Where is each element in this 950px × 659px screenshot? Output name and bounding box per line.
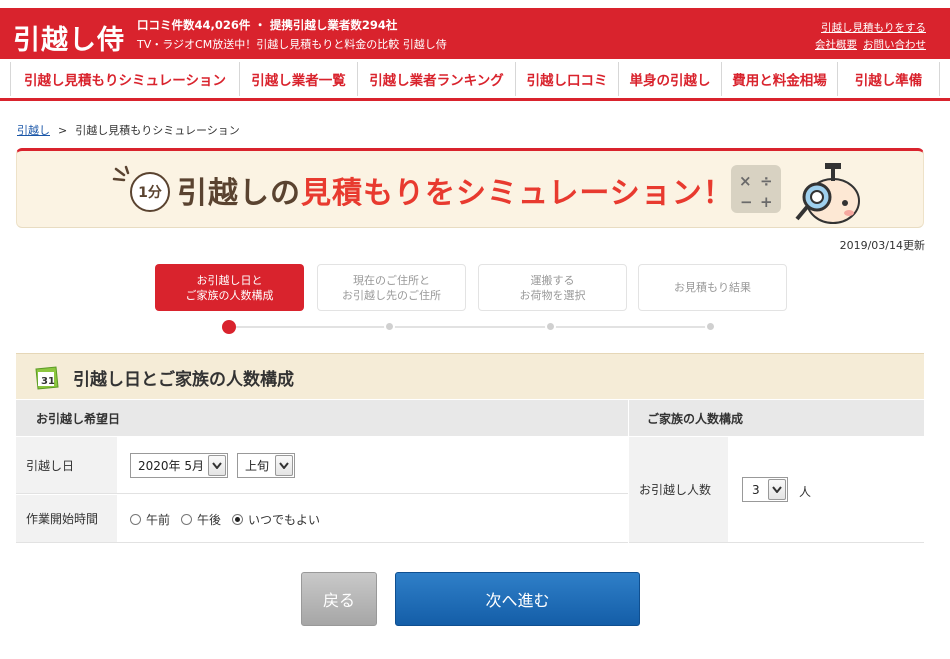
calculator-icon: × ÷ − + <box>731 165 781 213</box>
svg-text:÷: ÷ <box>760 172 773 190</box>
step-dot-4 <box>705 321 716 332</box>
site-header: 引越し侍 口コミ件数44,026件 ・ 提携引越し業者数294社 TV・ラジオC… <box>0 8 950 59</box>
step-dot-1 <box>222 320 236 334</box>
nav-underline <box>0 98 950 101</box>
month-select[interactable]: 2020年 5月 <box>130 453 228 478</box>
step-2-address: 現在のご住所と お引越し先のご住所 <box>317 264 466 311</box>
header-stats: 口コミ件数44,026件 ・ 提携引越し業者数294社 <box>137 18 398 32</box>
updated-date: 2019/03/14更新 <box>839 239 925 252</box>
move-date-label: 引越し日 <box>16 437 117 493</box>
nav-preparation[interactable]: 引越し準備 <box>837 62 940 96</box>
family-row: お引越し人数 3 人 <box>629 437 924 543</box>
chevron-down-icon <box>768 479 786 500</box>
people-unit: 人 <box>799 485 812 499</box>
radio-morning[interactable]: 午前 <box>130 511 170 528</box>
start-time-radio-group: 午前 午後 いつでもよい <box>130 511 331 528</box>
header-tagline: TV・ラジオCM放送中！引越し見積もりと料金の比較 引越し侍 <box>137 38 447 51</box>
back-button[interactable]: 戻る <box>301 572 377 626</box>
nav-single[interactable]: 単身の引越し <box>618 62 721 96</box>
header-links: 引越し見積もりをする 会社概要 お問い合わせ <box>815 20 926 54</box>
nav-cost[interactable]: 費用と料金相場 <box>721 62 837 96</box>
radio-circle <box>130 514 141 525</box>
month-select-value: 2020年 5月 <box>138 459 204 473</box>
banner-title-highlight: 見積もりをシミュレーション！ <box>301 176 734 211</box>
nav-ranking[interactable]: 引越し業者ランキング <box>357 62 515 96</box>
company-link[interactable]: 会社概要 <box>815 39 857 51</box>
next-button[interactable]: 次へ進む <box>395 572 640 626</box>
svg-text:−: − <box>740 193 753 211</box>
nav-company-list[interactable]: 引越し業者一覧 <box>239 62 357 96</box>
start-time-row: 作業開始時間 午前 午後 いつでもよい <box>16 495 628 543</box>
people-count-label: お引越し人数 <box>629 437 728 542</box>
nav-reviews[interactable]: 引越し口コミ <box>515 62 618 96</box>
breadcrumb: 引越し > 引越し見積もりシミュレーション <box>17 122 240 138</box>
nav-simulation[interactable]: 引越し見積もりシミュレーション <box>10 62 239 96</box>
svg-text:31: 31 <box>41 376 55 387</box>
col-header-family: ご家族の人数構成 <box>629 400 924 436</box>
radio-morning-label: 午前 <box>146 513 171 527</box>
top-strip <box>0 0 950 8</box>
people-count-value: 3 <box>752 482 760 497</box>
period-select-value: 上旬 <box>245 459 270 473</box>
banner-title: 引越しの見積もりをシミュレーション！ <box>177 168 734 212</box>
svg-text:×: × <box>739 172 752 190</box>
step-1-date-family: お引越し日と ご家族の人数構成 <box>155 264 304 311</box>
step-dot-2 <box>384 321 395 332</box>
breadcrumb-home[interactable]: 引越し <box>17 124 50 137</box>
site-logo[interactable]: 引越し侍 <box>13 18 125 57</box>
start-time-label: 作業開始時間 <box>16 495 117 542</box>
period-select[interactable]: 上旬 <box>237 453 295 478</box>
sparkle-icon <box>112 165 130 182</box>
move-date-row: 引越し日 2020年 5月 上旬 <box>16 437 628 494</box>
svg-text:+: + <box>760 193 773 211</box>
step-dot-3 <box>545 321 556 332</box>
chevron-down-icon <box>208 455 226 476</box>
radio-afternoon[interactable]: 午後 <box>181 511 221 528</box>
step-progress-line <box>229 326 711 328</box>
simulation-banner: 1分 引越しの見積もりをシミュレーション！ × ÷ − + <box>16 148 924 228</box>
section-title: 引越し日とご家族の人数構成 <box>73 370 294 390</box>
col-header-date: お引越し希望日 <box>16 400 628 436</box>
people-count-select[interactable]: 3 <box>742 477 788 502</box>
breadcrumb-separator: > <box>58 124 68 137</box>
mascot-samurai-icon <box>795 163 860 224</box>
breadcrumb-current: 引越し見積もりシミュレーション <box>75 124 240 137</box>
radio-anytime[interactable]: いつでもよい <box>232 511 320 528</box>
radio-circle <box>181 514 193 525</box>
calendar-icon: 31 <box>35 366 59 390</box>
global-nav: 引越し見積もりシミュレーション 引越し業者一覧 引越し業者ランキング 引越し口コ… <box>10 62 940 96</box>
chevron-down-icon <box>275 455 293 476</box>
radio-anytime-label: いつでもよい <box>248 513 321 527</box>
banner-title-main: 引越しの <box>177 176 301 211</box>
section-header: 31 引越し日とご家族の人数構成 <box>16 353 924 399</box>
one-minute-badge: 1分 <box>130 172 170 212</box>
radio-afternoon-label: 午後 <box>197 513 222 527</box>
step-4-result: お見積もり結果 <box>638 264 787 311</box>
step-3-items: 運搬する お荷物を選択 <box>478 264 627 311</box>
radio-circle-selected <box>232 514 244 525</box>
estimate-link[interactable]: 引越し見積もりをする <box>821 22 926 34</box>
contact-link[interactable]: お問い合わせ <box>863 39 926 51</box>
